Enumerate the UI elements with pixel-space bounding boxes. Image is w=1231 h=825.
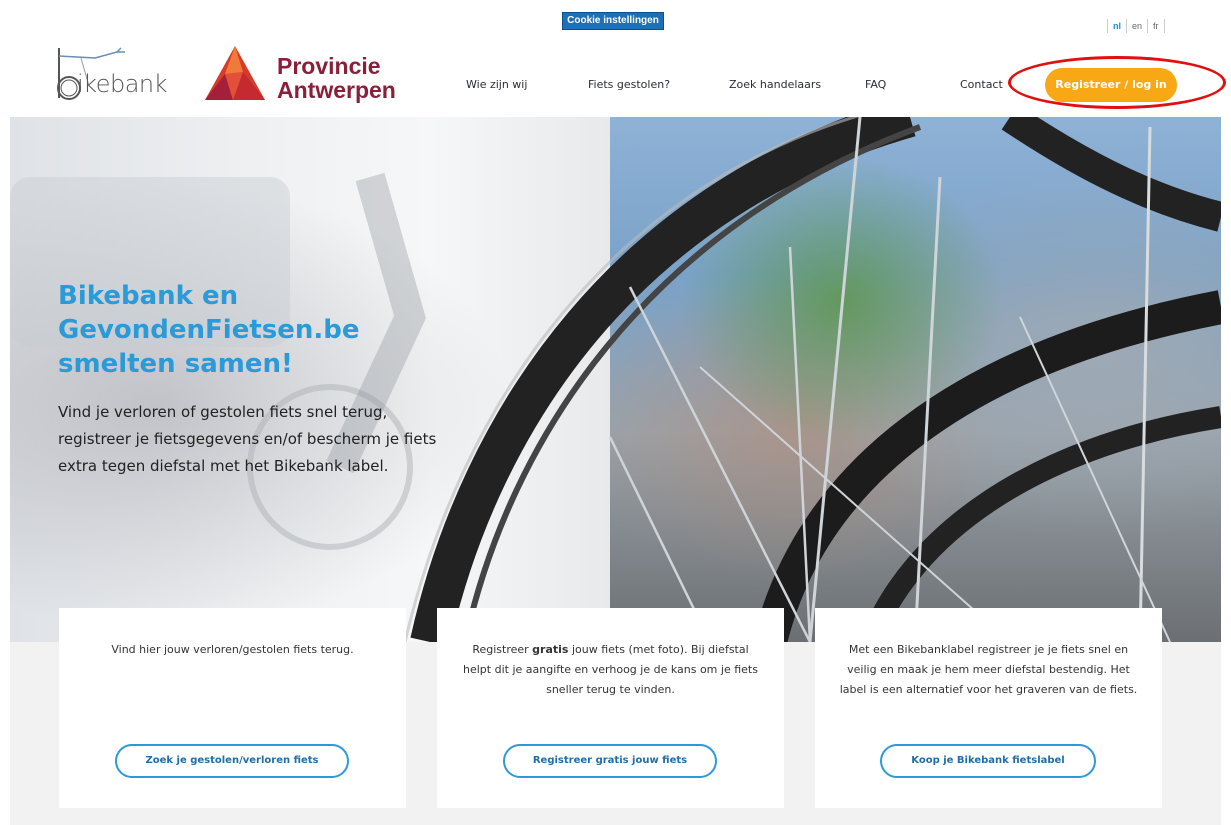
register-bike-free-button[interactable]: Registreer gratis jouw fiets [503,744,717,778]
nav-zoek-handelaars[interactable]: Zoek handelaars [729,78,821,91]
bikebank-logo[interactable]: ikebank [55,46,180,102]
province-line-2: Antwerpen [277,77,396,103]
hero-title: Bikebank en GevondenFietsen.be smelten s… [58,281,360,379]
card-register-text-bold: gratis [532,643,569,656]
province-line-1: Provincie [277,53,381,79]
register-login-button[interactable]: Registreer / log in [1045,68,1177,102]
lang-en[interactable]: en [1126,19,1147,33]
hero-description: Vind je verloren of gestolen fiets snel … [58,403,437,475]
province-name: Provincie Antwerpen [277,54,396,102]
nav-contact[interactable]: Contact [960,78,1003,91]
card-bike-label-text: Met een Bikebanklabel registreer je je f… [839,643,1138,696]
card-bike-label: Met een Bikebanklabel registreer je je f… [815,608,1162,808]
language-switcher: nl en fr [1107,19,1165,33]
search-stolen-bike-button[interactable]: Zoek je gestolen/verloren fiets [115,744,349,778]
card-register-bike-text: Registreer gratis jouw fiets (met foto).… [457,640,764,700]
card-register-text-start: Registreer [472,643,533,656]
lang-nl[interactable]: nl [1107,19,1126,33]
cookie-settings-button[interactable]: Cookie instellingen [562,12,664,30]
card-find-bike: Vind hier jouw verloren/gestolen fiets t… [59,608,406,808]
card-find-bike-text: Vind hier jouw verloren/gestolen fiets t… [111,643,354,656]
nav-faq[interactable]: FAQ [865,78,886,91]
card-register-bike: Registreer gratis jouw fiets (met foto).… [437,608,784,808]
provincie-antwerpen-logo[interactable]: Provincie Antwerpen [203,44,403,104]
lang-fr[interactable]: fr [1147,19,1165,33]
buy-bikebank-label-button[interactable]: Koop je Bikebank fietslabel [880,744,1096,778]
province-triangle-icon [205,46,265,100]
bikebank-wordmark: ikebank [77,70,168,98]
nav-fiets-gestolen[interactable]: Fiets gestolen? [588,78,670,91]
nav-wie-zijn-wij[interactable]: Wie zijn wij [466,78,527,91]
hero-banner: Bikebank en GevondenFietsen.be smelten s… [10,117,1221,642]
